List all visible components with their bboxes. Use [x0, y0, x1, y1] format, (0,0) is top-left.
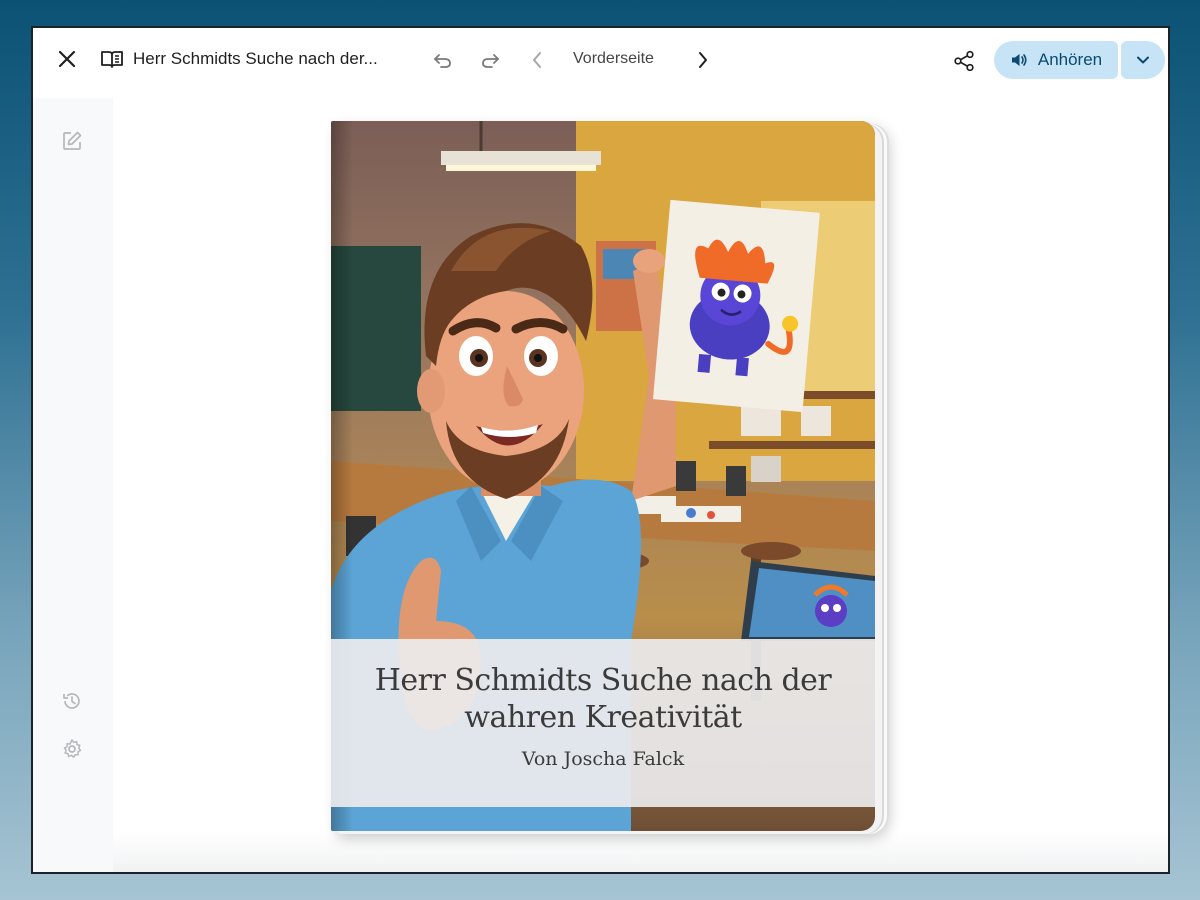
left-sidebar — [33, 98, 113, 872]
cover-title-line-2: wahren Kreativität — [464, 700, 742, 735]
app-window: Herr Schmidts Suche nach der... Vorderse… — [31, 26, 1170, 874]
document-title: Herr Schmidts Suche nach der... — [133, 49, 378, 68]
history-icon[interactable] — [61, 690, 83, 712]
redo-icon — [482, 54, 499, 68]
cover-title: Herr Schmidts Suche nach der wahren Krea… — [331, 662, 875, 736]
chevron-right-icon — [699, 52, 707, 68]
close-icon — [58, 50, 76, 68]
settings-icon[interactable] — [61, 738, 83, 760]
share-icon — [954, 50, 974, 72]
canvas-bottom-fade — [113, 832, 1168, 872]
book-cover[interactable]: Herr Schmidts Suche nach der wahren Krea… — [331, 121, 875, 831]
undo-button[interactable] — [430, 47, 456, 73]
next-page-button[interactable] — [692, 47, 714, 73]
previous-page-button[interactable] — [526, 47, 548, 73]
speaker-icon — [1010, 52, 1028, 68]
book-icon — [99, 47, 125, 71]
undo-icon — [434, 54, 451, 68]
top-toolbar: Herr Schmidts Suche nach der... Vorderse… — [33, 28, 1168, 94]
edit-icon[interactable] — [61, 130, 83, 152]
share-button[interactable] — [951, 48, 977, 74]
chevron-left-icon — [533, 52, 541, 68]
listen-label: Anhören — [1037, 50, 1103, 69]
cover-title-line-1: Herr Schmidts Suche nach der — [374, 663, 832, 698]
chevron-down-icon — [1137, 56, 1149, 64]
listen-button[interactable]: Anhören — [994, 41, 1118, 79]
page-label: Vorderseite — [573, 50, 654, 67]
close-button[interactable] — [53, 45, 81, 73]
cover-author: Von Joscha Falck — [521, 748, 685, 770]
redo-button[interactable] — [477, 47, 503, 73]
listen-options-button[interactable] — [1121, 41, 1165, 79]
